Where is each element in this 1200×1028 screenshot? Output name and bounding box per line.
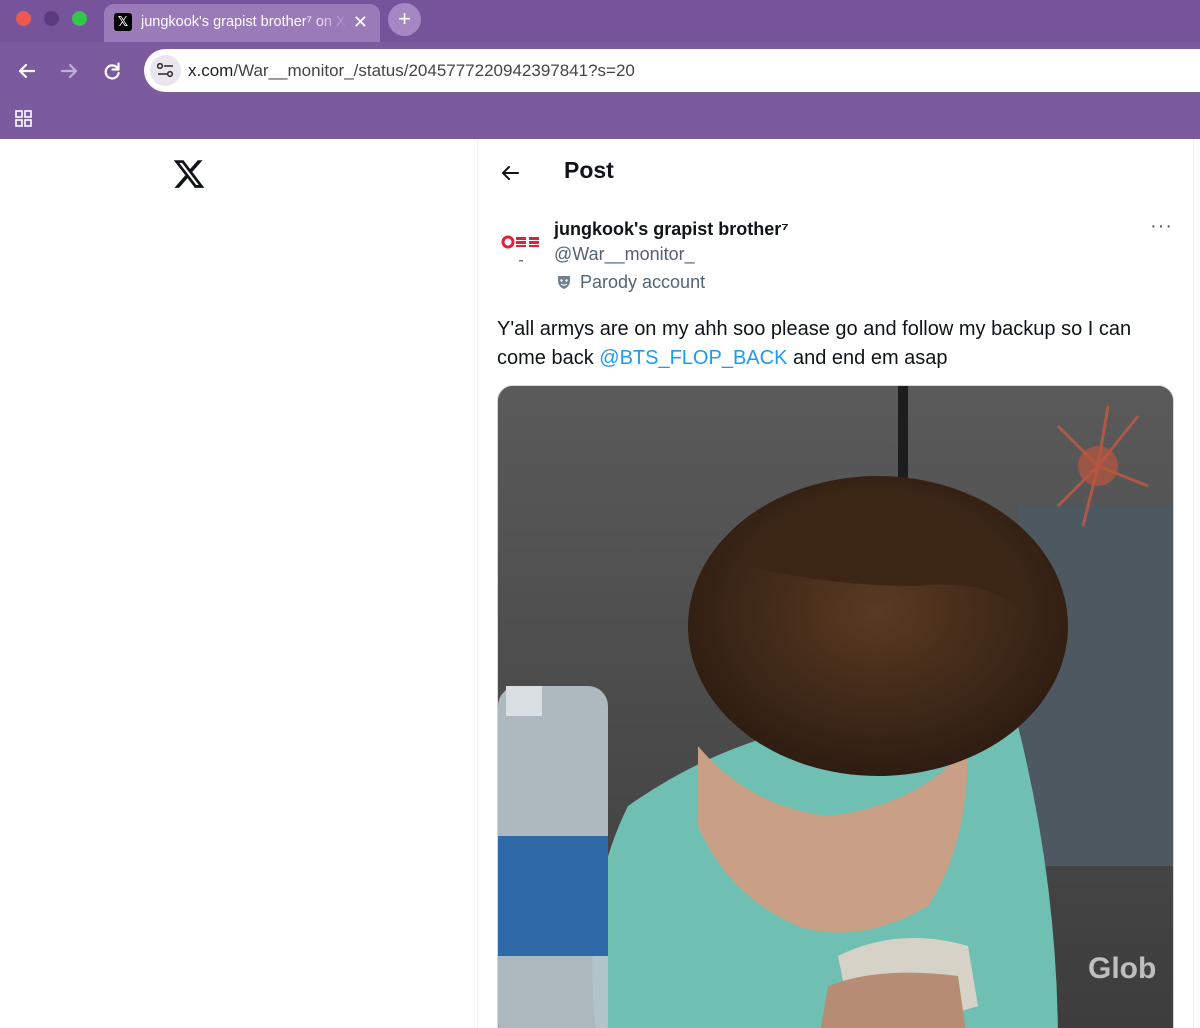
parody-label: Parody account: [580, 272, 706, 292]
forward-button[interactable]: [55, 57, 83, 85]
browser-tab[interactable]: 𝕏 jungkook's grapist brother⁷ on X ✕: [104, 4, 380, 42]
apps-grid-icon[interactable]: [14, 109, 34, 129]
arrow-left-icon: [18, 63, 36, 79]
maximize-window-button[interactable]: [72, 11, 87, 26]
gif-watermark: Glob: [1088, 952, 1156, 985]
close-tab-icon[interactable]: ✕: [353, 12, 368, 32]
tweet-text: Y'all armys are on my ahh soo please go …: [497, 315, 1177, 373]
browser-chrome: 𝕏 jungkook's grapist brother⁷ on X ✕ + x…: [0, 0, 1200, 139]
minimize-window-button[interactable]: [44, 11, 59, 26]
avatar[interactable]: [497, 225, 545, 273]
more-options-button[interactable]: ···: [1150, 216, 1176, 239]
back-button[interactable]: [13, 57, 41, 85]
page-content: Post jungkook's grapist brother⁷ @War__m…: [0, 139, 1200, 1028]
tweet-text-part: and end em asap: [787, 347, 948, 369]
gif-image: Glob: [498, 386, 1173, 1028]
url-path: /War__monitor_/status/204577722094239784…: [233, 61, 635, 80]
x-logo-icon: 𝕏: [114, 13, 132, 31]
mention-link[interactable]: @BTS_FLOP_BACK: [599, 347, 787, 369]
page-title: Post: [564, 157, 614, 183]
url-host: x.com: [188, 61, 234, 80]
tune-icon: [157, 63, 174, 78]
tab-strip: 𝕏 jungkook's grapist brother⁷ on X ✕ +: [0, 0, 1200, 42]
bts-logo-icon: [501, 235, 539, 262]
reload-button[interactable]: [98, 57, 126, 85]
back-arrow-icon[interactable]: [496, 159, 524, 187]
reload-icon: [104, 62, 120, 80]
theater-mask-icon: [558, 276, 570, 289]
column-divider: [1193, 139, 1194, 1028]
new-tab-button[interactable]: +: [388, 3, 421, 36]
tweet-media-gif[interactable]: Glob: [497, 385, 1174, 1028]
column-divider: [477, 139, 478, 1028]
arrow-right-icon: [60, 63, 78, 79]
x-logo-icon[interactable]: [172, 157, 206, 191]
close-window-button[interactable]: [16, 11, 31, 26]
url-text[interactable]: x.com/War__monitor_/status/2045777220942…: [188, 61, 635, 81]
display-name[interactable]: jungkook's grapist brother⁷: [554, 219, 789, 240]
tab-title: jungkook's grapist brother⁷ on X: [141, 14, 346, 30]
user-handle[interactable]: @War__monitor_: [554, 244, 695, 265]
site-info-button[interactable]: [150, 55, 181, 86]
address-bar[interactable]: x.com/War__monitor_/status/2045777220942…: [144, 49, 1200, 92]
